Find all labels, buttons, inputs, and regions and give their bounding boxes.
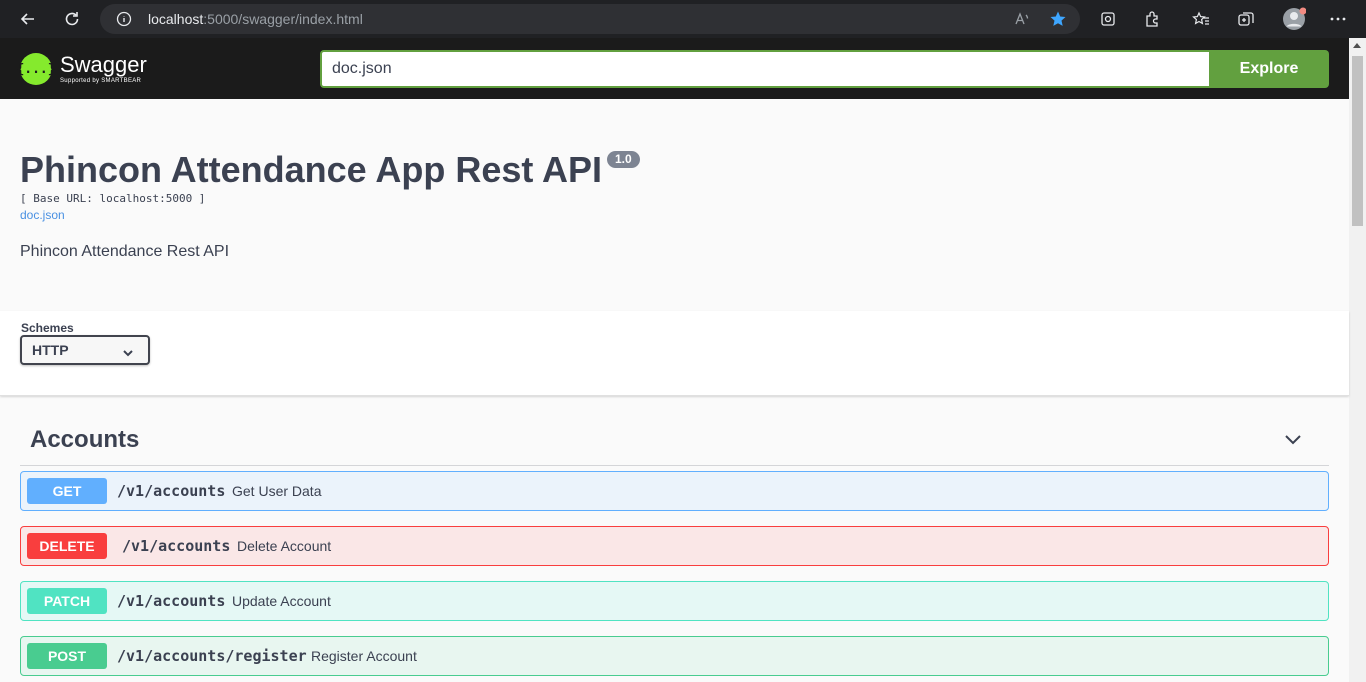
extensions-icon[interactable] [1142,9,1162,29]
screenshot-icon[interactable] [1098,9,1118,29]
method-badge: DELETE [27,533,107,559]
schemes-select[interactable]: HTTP [20,335,150,365]
operation-post-register[interactable]: POST /v1/accounts/register Register Acco… [20,636,1329,676]
logo-sub: Supported by SMARTBEAR [60,78,142,84]
page-scrollbar[interactable] [1349,38,1366,682]
operation-path: /v1/accounts [117,592,226,610]
operation-summary: Delete Account [237,538,332,554]
version-badge: 1.0 [607,151,640,168]
browser-toolbar: localhost:5000/swagger/index.html [0,0,1366,38]
more-menu-icon[interactable] [1328,9,1348,29]
favorites-icon[interactable] [1191,9,1211,29]
logo-name: Swagger [60,52,147,77]
scroll-thumb[interactable] [1352,56,1363,226]
address-text: localhost:5000/swagger/index.html [148,11,363,27]
operation-path: /v1/accounts [117,482,226,500]
schemes-selected-value: HTTP [32,342,69,358]
operation-summary: Get User Data [232,483,322,499]
back-icon[interactable] [16,7,40,31]
api-title: Phincon Attendance App Rest API [20,149,603,190]
address-host: localhost [148,11,204,27]
method-badge: POST [27,643,107,669]
operation-delete-accounts[interactable]: DELETE /v1/accounts Delete Account [20,526,1329,566]
spec-link[interactable]: doc.json [20,208,65,222]
avatar[interactable] [1282,7,1306,31]
base-url: [ Base URL: localhost:5000 ] [20,192,206,205]
collections-icon[interactable] [1236,9,1256,29]
explore-button[interactable]: Explore [1209,50,1329,88]
operation-summary: Update Account [232,593,331,609]
address-bar[interactable]: localhost:5000/swagger/index.html [100,4,1080,34]
operation-path: /v1/accounts [122,537,231,555]
scroll-up-icon[interactable] [1353,43,1361,48]
schemes-label: Schemes [21,321,74,335]
address-path: :5000/swagger/index.html [203,11,363,27]
tag-title: Accounts [30,426,140,453]
site-info-icon[interactable] [116,11,132,27]
chevron-down-icon[interactable] [1283,432,1303,451]
operation-summary: Register Account [311,648,417,664]
method-badge: GET [27,478,107,504]
spec-url-input[interactable] [320,50,1209,88]
refresh-icon[interactable] [60,7,84,31]
tag-accounts-header[interactable]: Accounts [20,420,1329,466]
chevron-down-icon [122,345,134,361]
api-description: Phincon Attendance Rest API [20,243,230,260]
schemes-section: Schemes HTTP [0,311,1349,396]
swagger-logo[interactable]: {...} Swagger Supported by SMARTBEAR [16,50,147,88]
operation-path: /v1/accounts/register [117,647,307,665]
api-info: Phincon Attendance App Rest API 1.0 [ Ba… [0,99,1349,311]
method-badge: PATCH [27,588,107,614]
operation-get-accounts[interactable]: GET /v1/accounts Get User Data [20,471,1329,511]
favorite-star-icon[interactable] [1048,9,1068,29]
swagger-logo-icon: {...} [16,53,56,85]
read-aloud-icon[interactable] [1012,9,1032,29]
operation-patch-accounts[interactable]: PATCH /v1/accounts Update Account [20,581,1329,621]
swagger-topbar: {...} Swagger Supported by SMARTBEAR Exp… [0,38,1349,99]
